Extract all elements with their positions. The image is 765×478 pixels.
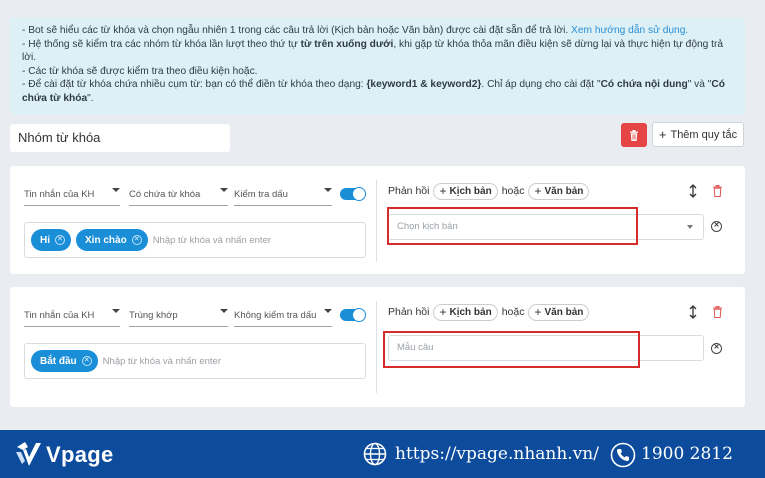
add-text-button[interactable]: + Văn bản [528, 182, 590, 200]
rule-enabled-toggle[interactable] [340, 308, 366, 322]
group-name-input[interactable]: Nhóm từ khóa [10, 124, 230, 152]
keyword-input-placeholder[interactable]: Nhập từ khóa và nhấn enter [153, 235, 271, 246]
source-select[interactable]: Tin nhắn của KH [24, 305, 120, 327]
info-line-2: - Hệ thống sẽ kiểm tra các nhóm từ khóa … [22, 38, 298, 50]
source-select[interactable]: Tin nhắn của KH [24, 184, 120, 206]
chevron-down-icon [687, 225, 693, 229]
keyword-chip-label: Hi [40, 234, 50, 246]
response-type-row: Phản hồi + Kịch bản hoặc + Văn bản [388, 182, 590, 200]
or-label: hoặc [501, 185, 525, 197]
source-select-value: Tin nhắn của KH [24, 189, 95, 200]
sort-icon[interactable] [687, 305, 699, 319]
remove-keyword-icon[interactable]: ✕ [131, 235, 142, 245]
add-script-label: Kịch bản [449, 185, 492, 197]
chevron-down-icon [220, 188, 228, 192]
highlight-box [387, 207, 638, 245]
phone-icon [610, 442, 636, 468]
vpage-logo-icon [16, 442, 41, 466]
brand-name: Vpage [46, 442, 114, 467]
chevron-down-icon [324, 188, 332, 192]
toggle-knob [352, 308, 366, 322]
toggle-knob [352, 187, 366, 201]
guide-link[interactable]: Xem hướng dẫn sử dụng. [571, 25, 688, 36]
remove-keyword-icon[interactable]: ✕ [55, 235, 65, 245]
info-line-4-mid: . Chỉ áp dụng cho cài đặt " [481, 79, 601, 91]
keyword-chip: Xin chào ✕ [76, 229, 148, 251]
accent-select[interactable]: Kiểm tra dấu [234, 184, 332, 206]
keyword-input-box[interactable]: Hi ✕ Xin chào ✕ Nhập từ khóa và nhấn enter [24, 222, 366, 258]
remove-response-icon[interactable]: ✕ [711, 221, 722, 232]
add-text-button[interactable]: + Văn bản [528, 303, 590, 321]
footer-banner: Vpage https://vpage.nhanh.vn/ 1900 2812 [0, 430, 765, 478]
globe-icon [363, 442, 387, 466]
info-line-1: - Bot sẽ hiểu các từ khóa và chọn ngẫu n… [22, 25, 569, 36]
match-select[interactable]: Trùng khớp [129, 305, 228, 327]
source-select-value: Tin nhắn của KH [24, 310, 95, 321]
chevron-down-icon [112, 309, 120, 313]
plus-icon: + [534, 305, 542, 319]
trash-icon[interactable] [712, 185, 723, 197]
sort-icon[interactable] [687, 184, 699, 198]
add-text-label: Văn bản [544, 185, 584, 197]
accent-select-value: Không kiểm tra dấu [234, 310, 317, 321]
keyword-chip-label: Xin chào [85, 234, 127, 246]
remove-keyword-icon[interactable]: ✕ [81, 356, 92, 366]
add-script-button[interactable]: + Kịch bản [433, 303, 498, 321]
info-line-4-and: " và " [687, 79, 712, 91]
add-script-label: Kịch bản [449, 306, 492, 318]
remove-response-icon[interactable]: ✕ [711, 343, 722, 354]
keyword-chip: Hi ✕ [31, 229, 71, 251]
response-label: Phản hồi [388, 306, 430, 318]
info-notice: - Bot sẽ hiểu các từ khóa và chọn ngẫu n… [10, 18, 745, 115]
add-text-label: Văn bản [544, 306, 584, 318]
plus-icon: + [534, 184, 542, 198]
add-rule-label: Thêm quy tắc [670, 128, 738, 141]
chevron-down-icon [112, 188, 120, 192]
info-line-4-bold-2: Có chứa nội dung [600, 79, 688, 91]
chevron-down-icon [324, 309, 332, 313]
trash-icon [630, 129, 638, 141]
hotline-number[interactable]: 1900 2812 [641, 444, 733, 464]
match-select-value: Có chứa từ khóa [129, 189, 201, 200]
keyword-chip-label: Bắt đầu [40, 355, 77, 367]
rule-enabled-toggle[interactable] [340, 187, 366, 201]
add-rule-button[interactable]: + Thêm quy tắc [652, 122, 744, 147]
plus-icon: + [439, 305, 447, 319]
trash-icon[interactable] [712, 306, 723, 318]
highlight-box [383, 331, 640, 368]
info-line-4-bold-1: {keyword1 & keyword2} [366, 79, 482, 91]
match-select[interactable]: Có chứa từ khóa [129, 184, 228, 206]
plus-icon: + [439, 184, 447, 198]
divider [376, 301, 377, 393]
plus-icon: + [658, 127, 667, 142]
keyword-chip: Bắt đầu ✕ [31, 350, 98, 372]
response-label: Phản hồi [388, 185, 430, 197]
info-line-2-bold: từ trên xuống dưới [300, 38, 394, 50]
accent-select-value: Kiểm tra dấu [234, 189, 288, 200]
chevron-down-icon [220, 309, 228, 313]
info-line-3: - Các từ khóa sẽ được kiểm tra theo điều… [22, 65, 258, 77]
match-select-value: Trùng khớp [129, 310, 178, 321]
accent-select[interactable]: Không kiểm tra dấu [234, 305, 332, 327]
keyword-input-placeholder[interactable]: Nhập từ khóa và nhấn enter [103, 356, 221, 367]
response-type-row: Phản hồi + Kịch bản hoặc + Văn bản [388, 303, 590, 321]
info-line-4-end: ". [87, 92, 94, 104]
website-url[interactable]: https://vpage.nhanh.vn/ [395, 444, 599, 464]
divider [376, 180, 377, 262]
or-label: hoặc [501, 306, 525, 318]
add-script-button[interactable]: + Kịch bản [433, 182, 498, 200]
info-line-4: - Để cài đặt từ khóa chứa nhiều cụm từ: … [22, 79, 364, 91]
delete-group-button[interactable] [621, 123, 647, 147]
keyword-input-box[interactable]: Bắt đầu ✕ Nhập từ khóa và nhấn enter [24, 343, 366, 379]
